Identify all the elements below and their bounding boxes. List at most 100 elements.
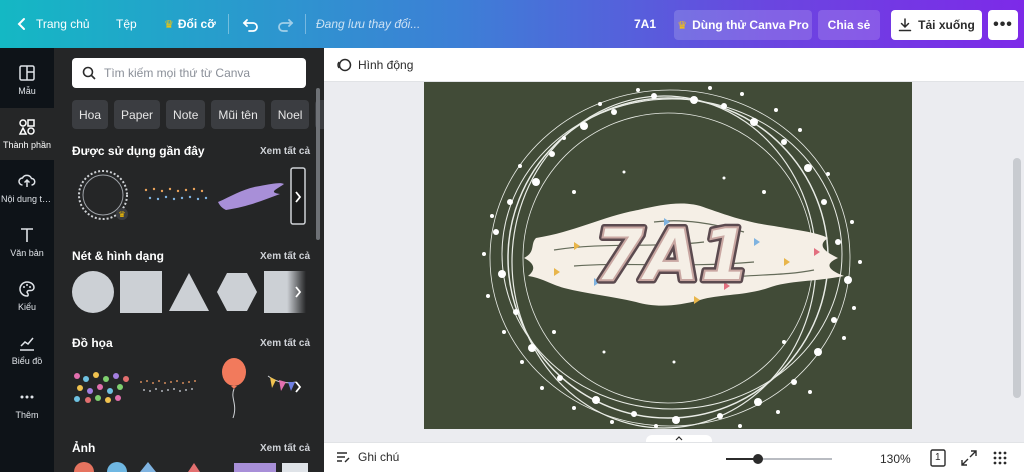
animate-button[interactable]: Hình động bbox=[358, 58, 413, 72]
bottom-toolbar: Ghi chú 130% 1 bbox=[324, 442, 1024, 472]
redo-icon[interactable] bbox=[275, 14, 295, 34]
zoom-level[interactable]: 130% bbox=[880, 452, 911, 466]
elements-panel: Hoa Paper Note Mũi tên Noel Được sử dụng… bbox=[54, 48, 324, 472]
rail-item-styles[interactable]: Kiểu bbox=[0, 270, 54, 322]
try-pro-label: Dùng thử Canva Pro bbox=[692, 18, 809, 32]
rail-item-uploads[interactable]: Nội dung tải lên bbox=[0, 162, 54, 214]
document-title[interactable]: 7A1 bbox=[634, 17, 656, 31]
chevron-right-icon bbox=[295, 381, 302, 393]
crown-icon: ♛ bbox=[677, 19, 688, 32]
rail-item-charts[interactable]: Biểu đồ bbox=[0, 324, 54, 376]
section-title-shapes: Nét & hình dạng bbox=[72, 249, 164, 263]
recent-thumb-confetti[interactable] bbox=[142, 182, 212, 208]
chevron-right-icon bbox=[295, 286, 302, 298]
rail-item-elements[interactable]: Thành phần bbox=[0, 108, 54, 160]
graphic-confetti-colorful[interactable] bbox=[72, 370, 132, 404]
recent-next-button[interactable] bbox=[290, 186, 306, 208]
zoom-slider[interactable] bbox=[726, 454, 832, 464]
try-pro-button[interactable]: ♛ Dùng thử Canva Pro bbox=[674, 10, 812, 40]
shapes-next-button[interactable] bbox=[290, 281, 306, 303]
left-nav-rail: Mẫu Thành phần Nội dung tải lên Văn bản … bbox=[0, 48, 54, 472]
see-all-recent[interactable]: Xem tất cả bbox=[260, 146, 310, 157]
chip-note[interactable]: Note bbox=[166, 100, 206, 129]
panel-scrollbar[interactable] bbox=[316, 88, 320, 240]
resize-label: Đổi cỡ bbox=[177, 17, 216, 31]
resize-button[interactable]: ♛ Đổi cỡ bbox=[164, 17, 216, 31]
canvas-area: Hình động 7A1 7A1 bbox=[324, 48, 1024, 437]
chevron-right-icon bbox=[295, 191, 302, 203]
chip-paper[interactable]: Paper bbox=[114, 100, 161, 129]
animation-toolbar: Hình động bbox=[324, 48, 1024, 82]
section-title-recent: Được sử dụng gần đây bbox=[72, 144, 205, 158]
zoom-slider-knob[interactable] bbox=[752, 454, 763, 464]
download-icon bbox=[898, 18, 912, 32]
palette-icon bbox=[19, 281, 35, 297]
file-menu-button[interactable]: Tệp bbox=[116, 17, 137, 31]
chip-flower[interactable]: Hoa bbox=[72, 100, 109, 129]
grid-view-icon[interactable] bbox=[992, 450, 1008, 466]
text-icon bbox=[21, 228, 33, 242]
top-toolbar: Trang chủ Tệp ♛ Đổi cỡ Đang lưu thay đổi… bbox=[0, 0, 1024, 48]
shape-hexagon[interactable] bbox=[215, 271, 259, 313]
shape-circle[interactable] bbox=[72, 271, 114, 313]
download-label: Tải xuống bbox=[918, 18, 975, 32]
graphic-dotted-line[interactable] bbox=[138, 376, 202, 398]
svg-text:♛: ♛ bbox=[118, 210, 125, 219]
chip-arrow[interactable]: Mũi tên bbox=[211, 100, 265, 129]
template-icon bbox=[19, 65, 35, 81]
recent-thumb-wreath[interactable]: ♛ bbox=[72, 166, 134, 224]
rail-item-templates[interactable]: Mẫu bbox=[0, 54, 54, 106]
section-title-graphics: Đồ họa bbox=[72, 336, 113, 350]
section-title-photos: Ảnh bbox=[72, 441, 96, 455]
rail-label: Thành phần bbox=[2, 140, 52, 150]
canvas-scrollbar[interactable] bbox=[1013, 158, 1021, 398]
share-button[interactable]: Chia sẻ bbox=[818, 10, 880, 40]
animate-icon bbox=[337, 58, 352, 71]
rail-label: Mẫu bbox=[18, 86, 36, 96]
design-title-text[interactable]: 7A1 bbox=[593, 212, 751, 298]
more-options-button[interactable]: ••• bbox=[988, 10, 1018, 40]
see-all-shapes[interactable]: Xem tất cả bbox=[260, 251, 310, 262]
divider bbox=[228, 14, 229, 34]
shape-triangle[interactable] bbox=[167, 271, 211, 313]
chart-icon bbox=[20, 337, 34, 351]
keyword-chips: Hoa Paper Note Mũi tên Noel bbox=[72, 100, 324, 129]
rail-label: Kiểu bbox=[17, 302, 36, 312]
chevron-left-icon[interactable] bbox=[14, 16, 30, 32]
elements-icon bbox=[18, 119, 35, 135]
graphic-balloon[interactable] bbox=[214, 356, 254, 420]
undo-icon[interactable] bbox=[241, 14, 261, 34]
page-count: 1 bbox=[935, 452, 941, 463]
upload-icon bbox=[18, 174, 36, 187]
rail-label: Văn bản bbox=[10, 248, 44, 258]
rail-item-more[interactable]: Thêm bbox=[0, 378, 54, 430]
see-all-photos[interactable]: Xem tất cả bbox=[260, 443, 310, 454]
search-box[interactable] bbox=[72, 58, 306, 88]
save-status: Đang lưu thay đổi... bbox=[316, 17, 421, 31]
search-input[interactable] bbox=[104, 66, 294, 80]
recent-thumb-brush-purple[interactable] bbox=[214, 178, 286, 214]
design-page[interactable]: 7A1 7A1 bbox=[424, 82, 912, 429]
photo-thumbs-row[interactable] bbox=[72, 460, 312, 472]
design-artwork: 7A1 7A1 bbox=[482, 86, 862, 429]
notes-button[interactable]: Ghi chú bbox=[336, 450, 399, 464]
page-count-button[interactable]: 1 bbox=[930, 449, 946, 467]
home-button[interactable]: Trang chủ bbox=[36, 17, 90, 31]
fullscreen-icon[interactable] bbox=[961, 450, 977, 466]
notes-label: Ghi chú bbox=[358, 450, 400, 464]
rail-item-text[interactable]: Văn bản bbox=[0, 216, 54, 268]
notes-icon bbox=[337, 452, 350, 463]
shape-square[interactable] bbox=[120, 271, 162, 313]
chip-noel[interactable]: Noel bbox=[270, 100, 310, 129]
see-all-graphics[interactable]: Xem tất cả bbox=[260, 338, 310, 349]
divider bbox=[305, 14, 306, 34]
graphics-next-button[interactable] bbox=[290, 376, 306, 398]
more-icon bbox=[20, 395, 34, 399]
rail-label: Biểu đồ bbox=[11, 356, 43, 366]
chevron-up-icon bbox=[675, 436, 683, 441]
search-icon bbox=[82, 66, 96, 80]
rail-label: Thêm bbox=[15, 410, 39, 420]
crown-icon: ♛ bbox=[164, 18, 174, 31]
download-button[interactable]: Tải xuống bbox=[891, 10, 982, 40]
rail-label: Nội dung tải lên bbox=[1, 194, 53, 204]
